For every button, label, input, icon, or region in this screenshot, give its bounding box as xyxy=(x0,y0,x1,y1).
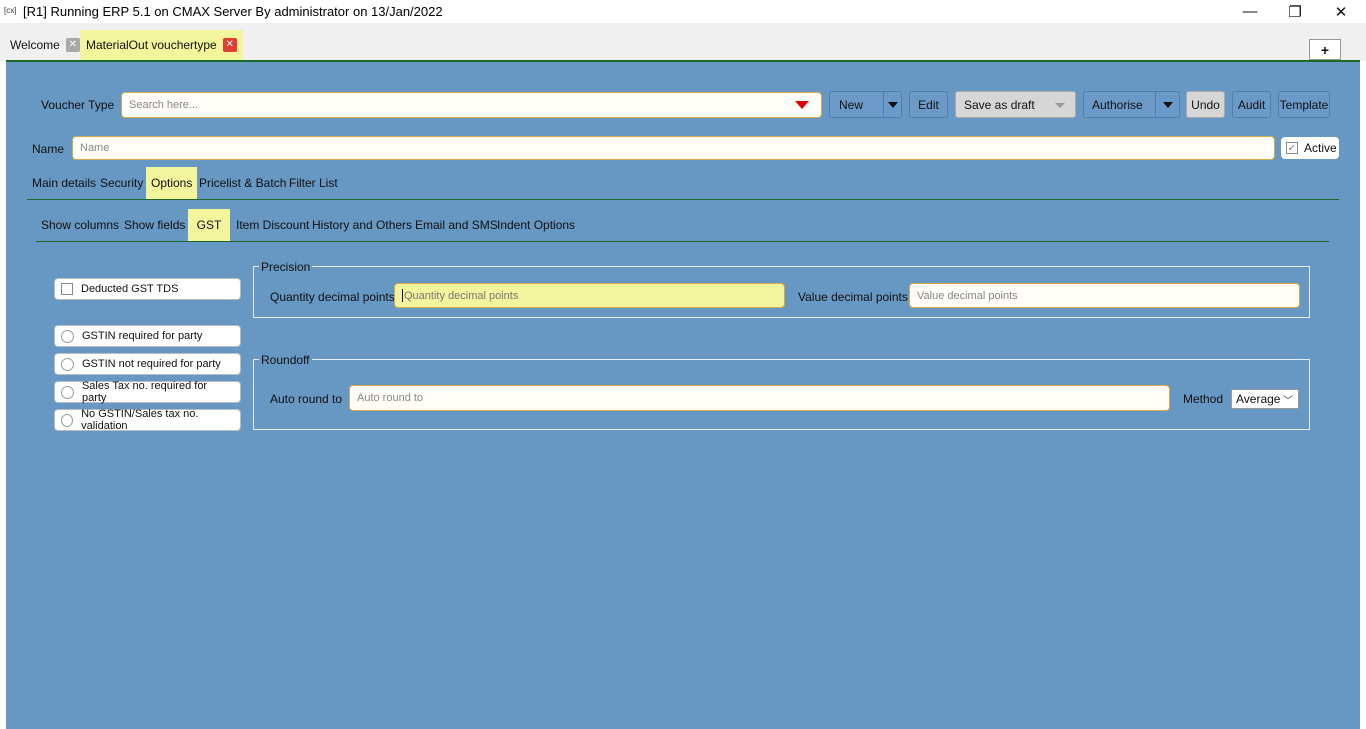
active-checkbox[interactable]: ✓ Active xyxy=(1281,137,1339,159)
subtab-email-sms[interactable]: Email and SMS xyxy=(410,211,503,239)
subtab-divider xyxy=(36,241,1329,242)
audit-button[interactable]: Audit xyxy=(1232,91,1271,118)
method-label: Method xyxy=(1183,392,1224,406)
radio-icon xyxy=(61,413,74,427)
tab-pricelist-batch[interactable]: Pricelist & Batch xyxy=(194,169,291,197)
radio-no-validation[interactable]: No GSTIN/Sales tax no. validation xyxy=(54,408,241,432)
tab-label: MaterialOut vouchertype xyxy=(86,38,217,52)
search-placeholder: Search here... xyxy=(129,99,199,111)
authorise-button[interactable]: Authorise xyxy=(1083,91,1180,118)
new-tab-button[interactable]: + xyxy=(1309,39,1341,60)
name-input[interactable]: Name xyxy=(72,136,1275,160)
minimize-icon[interactable]: — xyxy=(1227,0,1273,23)
value-decimal-input[interactable]: Value decimal points xyxy=(909,283,1300,308)
value-decimal-label: Value decimal points xyxy=(798,290,908,304)
radio-icon xyxy=(61,329,74,343)
chevron-down-icon[interactable] xyxy=(887,101,898,108)
tab-close-icon[interactable]: ✕ xyxy=(222,38,237,52)
name-placeholder: Name xyxy=(80,142,110,154)
tab-divider xyxy=(27,199,1339,200)
chevron-down-icon: ﹀ xyxy=(1283,396,1293,407)
subtab-gst[interactable]: GST xyxy=(188,209,230,241)
voucher-type-label: Voucher Type xyxy=(41,98,115,112)
tab-main-details[interactable]: Main details xyxy=(27,169,101,197)
auto-round-input[interactable]: Auto round to xyxy=(349,385,1170,411)
template-button[interactable]: Template xyxy=(1278,91,1330,118)
checkbox-icon xyxy=(61,283,73,295)
tab-welcome[interactable]: Welcome ✕ xyxy=(4,30,86,60)
subtab-history-others[interactable]: History and Others xyxy=(307,211,417,239)
save-as-draft-button[interactable]: Save as draft xyxy=(955,91,1076,118)
app-icon: [cx] xyxy=(4,6,17,15)
radio-gstin-not-required[interactable]: GSTIN not required for party xyxy=(54,353,241,375)
subtab-indent-options[interactable]: Indent Options xyxy=(492,211,580,239)
radio-sales-tax-required[interactable]: Sales Tax no. required for party xyxy=(54,380,241,404)
checkmark-icon: ✓ xyxy=(1286,142,1298,154)
edit-button[interactable]: Edit xyxy=(909,91,948,118)
name-label: Name xyxy=(32,142,65,156)
dropdown-arrow-icon[interactable] xyxy=(795,101,809,109)
tab-close-icon[interactable]: ✕ xyxy=(65,38,80,52)
radio-icon xyxy=(61,357,74,371)
active-label: Active xyxy=(1304,141,1337,155)
subtab-item-discount[interactable]: Item Discount xyxy=(231,211,314,239)
tab-label: Welcome xyxy=(10,38,60,52)
quantity-decimal-label: Quantity decimal points xyxy=(270,290,395,304)
maximize-icon[interactable]: ❐ xyxy=(1272,0,1318,23)
precision-title: Precision xyxy=(259,260,313,274)
window-title: [R1] Running ERP 5.1 on CMAX Server By a… xyxy=(23,4,443,19)
method-select[interactable]: Average ﹀ xyxy=(1231,389,1299,409)
voucher-type-search-input[interactable]: Search here... xyxy=(121,92,822,118)
text-cursor xyxy=(402,289,403,302)
radio-icon xyxy=(61,385,74,399)
auto-round-label: Auto round to xyxy=(270,392,343,406)
deducted-gst-tds-checkbox[interactable]: Deducted GST TDS xyxy=(54,278,241,300)
close-window-icon[interactable]: ✕ xyxy=(1318,0,1364,23)
tab-options[interactable]: Options xyxy=(146,167,198,199)
new-button[interactable]: New xyxy=(829,91,902,118)
chevron-down-icon[interactable] xyxy=(1162,101,1173,108)
tab-security[interactable]: Security xyxy=(95,169,148,197)
radio-gstin-required[interactable]: GSTIN required for party xyxy=(54,325,241,347)
subtab-show-columns[interactable]: Show columns xyxy=(36,211,124,239)
chevron-down-icon[interactable] xyxy=(1055,103,1065,108)
subtab-show-fields[interactable]: Show fields xyxy=(119,211,190,239)
undo-button[interactable]: Undo xyxy=(1186,91,1225,118)
tab-filter-list[interactable]: Filter List xyxy=(284,169,343,197)
roundoff-title: Roundoff xyxy=(259,353,312,367)
quantity-decimal-input[interactable]: Quantity decimal points xyxy=(394,283,785,308)
tab-materialout-vouchertype[interactable]: MaterialOut vouchertype ✕ xyxy=(80,30,243,60)
